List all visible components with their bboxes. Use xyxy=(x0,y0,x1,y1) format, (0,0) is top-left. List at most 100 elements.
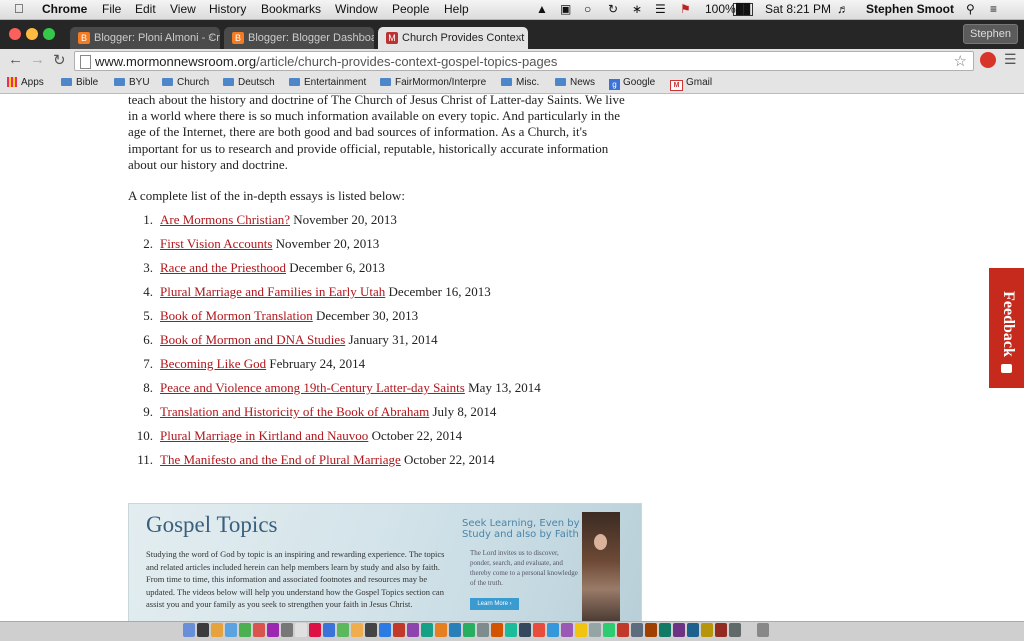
dock-app-icon[interactable] xyxy=(589,623,601,637)
dock-app-icon[interactable] xyxy=(491,623,503,637)
dock-app-icon[interactable] xyxy=(337,623,349,637)
essay-link[interactable]: The Manifesto and the End of Plural Marr… xyxy=(160,452,401,467)
close-tab-icon[interactable]: × xyxy=(516,27,522,49)
bookmark-star-icon[interactable]: ☆ xyxy=(954,52,967,70)
dock-app-icon[interactable] xyxy=(687,623,699,637)
volume-icon[interactable]: ♬ xyxy=(837,2,849,16)
essay-link[interactable]: Becoming Like God xyxy=(160,356,266,371)
dock-app-icon[interactable] xyxy=(743,623,755,637)
dock-app-icon[interactable] xyxy=(617,623,629,637)
url-text[interactable]: www.mormonnewsroom.org/article/church-pr… xyxy=(95,54,557,69)
extension-icon[interactable] xyxy=(980,52,996,68)
close-tab-icon[interactable]: × xyxy=(362,27,368,49)
tab-blogger-dashboard[interactable]: B Blogger: Blogger Dashboa × xyxy=(224,27,374,49)
airplay-icon[interactable]: ▣ xyxy=(560,2,571,16)
clock[interactable]: Sat 8:21 PM xyxy=(765,2,831,16)
notification-center-icon[interactable]: ≡ xyxy=(990,2,997,16)
essay-link[interactable]: Book of Mormon and DNA Studies xyxy=(160,332,345,347)
bookmark-entertainment[interactable]: Entertainment xyxy=(289,77,366,88)
gospel-topics-banner[interactable]: Gospel Topics Studying the word of God b… xyxy=(128,503,642,621)
menu-view[interactable]: View xyxy=(170,2,196,16)
dock-app-icon[interactable] xyxy=(239,623,251,637)
time-machine-icon[interactable]: ↻ xyxy=(608,2,618,16)
dock-app-icon[interactable] xyxy=(421,623,433,637)
essay-link[interactable]: Book of Mormon Translation xyxy=(160,308,313,323)
essay-link[interactable]: Plural Marriage and Families in Early Ut… xyxy=(160,284,385,299)
battery-percent[interactable]: 100% xyxy=(705,2,736,16)
dock-app-icon[interactable] xyxy=(463,623,475,637)
menu-people[interactable]: People xyxy=(392,2,429,16)
dock-app-icon[interactable] xyxy=(393,623,405,637)
dock-app-icon[interactable] xyxy=(659,623,671,637)
notification-icon[interactable]: ▲ xyxy=(536,2,548,16)
learn-more-button[interactable]: Learn More › xyxy=(470,598,519,610)
menu-help[interactable]: Help xyxy=(444,2,469,16)
bookmark-gmail[interactable]: M Gmail xyxy=(670,77,712,91)
profile-button[interactable]: Stephen xyxy=(963,24,1018,44)
essay-link[interactable]: Plural Marriage in Kirtland and Nauvoo xyxy=(160,428,368,443)
close-tab-icon[interactable]: × xyxy=(208,27,214,49)
dock-app-icon[interactable] xyxy=(323,623,335,637)
menu-file[interactable]: File xyxy=(102,2,121,16)
menu-edit[interactable]: Edit xyxy=(135,2,156,16)
flag-icon[interactable]: ⚑ xyxy=(680,2,691,16)
dock-app-icon[interactable] xyxy=(253,623,265,637)
essay-link[interactable]: Translation and Historicity of the Book … xyxy=(160,404,429,419)
dock-app-icon[interactable] xyxy=(533,623,545,637)
dock-app-icon[interactable] xyxy=(197,623,209,637)
tab-blogger-ploni[interactable]: B Blogger: Ploni Almoni - Cr × xyxy=(70,27,220,49)
dock-app-icon[interactable] xyxy=(603,623,615,637)
dock-app-icon[interactable] xyxy=(631,623,643,637)
dock-app-icon[interactable] xyxy=(407,623,419,637)
dock-app-icon[interactable] xyxy=(645,623,657,637)
dock-app-icon[interactable] xyxy=(519,623,531,637)
minimize-window-button[interactable] xyxy=(26,28,38,40)
address-bar[interactable]: www.mormonnewsroom.org/article/church-pr… xyxy=(74,51,974,71)
wifi-icon[interactable]: ☰ xyxy=(655,2,666,16)
dock-app-icon[interactable] xyxy=(379,623,391,637)
bluetooth-icon[interactable]: ∗ xyxy=(632,2,642,16)
apple-icon[interactable]:  xyxy=(14,1,24,16)
bookmark-apps[interactable]: Apps xyxy=(7,77,44,88)
bookmark-fairmormon[interactable]: FairMormon/Interpre xyxy=(380,77,486,88)
user-name[interactable]: Stephen Smoot xyxy=(866,2,954,16)
bookmark-bible[interactable]: Bible xyxy=(61,77,98,88)
dock-app-icon[interactable] xyxy=(547,623,559,637)
zoom-window-button[interactable] xyxy=(43,28,55,40)
menu-bookmarks[interactable]: Bookmarks xyxy=(261,2,321,16)
dock-app-icon[interactable] xyxy=(435,623,447,637)
essay-link[interactable]: Are Mormons Christian? xyxy=(160,212,290,227)
dock-app-icon[interactable] xyxy=(449,623,461,637)
dock-app-icon[interactable] xyxy=(183,623,195,637)
menu-history[interactable]: History xyxy=(209,2,246,16)
close-window-button[interactable] xyxy=(9,28,21,40)
menu-window[interactable]: Window xyxy=(335,2,378,16)
forward-icon[interactable]: → xyxy=(30,51,45,68)
spotlight-icon[interactable]: ⚲ xyxy=(966,2,975,16)
dock-app-icon[interactable] xyxy=(757,623,769,637)
essay-link[interactable]: Peace and Violence among 19th-Century La… xyxy=(160,380,465,395)
bookmark-church[interactable]: Church xyxy=(162,77,209,88)
dock-app-icon[interactable] xyxy=(673,623,685,637)
dock-app-icon[interactable] xyxy=(211,623,223,637)
messages-icon[interactable]: ○ xyxy=(584,2,591,16)
bookmark-misc[interactable]: Misc. xyxy=(501,77,539,88)
battery-icon[interactable]: ██ xyxy=(733,3,754,16)
tab-church-provides-context[interactable]: M Church Provides Context × xyxy=(378,27,528,49)
bookmark-deutsch[interactable]: Deutsch xyxy=(223,77,275,88)
dock-app-icon[interactable] xyxy=(267,623,279,637)
dock-app-icon[interactable] xyxy=(281,623,293,637)
dock-app-icon[interactable] xyxy=(575,623,587,637)
dock-app-icon[interactable] xyxy=(477,623,489,637)
essay-link[interactable]: Race and the Priesthood xyxy=(160,260,286,275)
essay-link[interactable]: First Vision Accounts xyxy=(160,236,272,251)
dock-app-icon[interactable] xyxy=(505,623,517,637)
dock-app-icon[interactable] xyxy=(295,623,307,637)
bookmark-byu[interactable]: BYU xyxy=(114,77,150,88)
chrome-menu-icon[interactable]: ☰ xyxy=(1004,51,1017,68)
dock-app-icon[interactable] xyxy=(729,623,741,637)
reload-icon[interactable]: ↻ xyxy=(53,51,66,69)
dock-app-icon[interactable] xyxy=(309,623,321,637)
bookmark-google[interactable]: g Google xyxy=(609,77,655,90)
dock-app-icon[interactable] xyxy=(701,623,713,637)
